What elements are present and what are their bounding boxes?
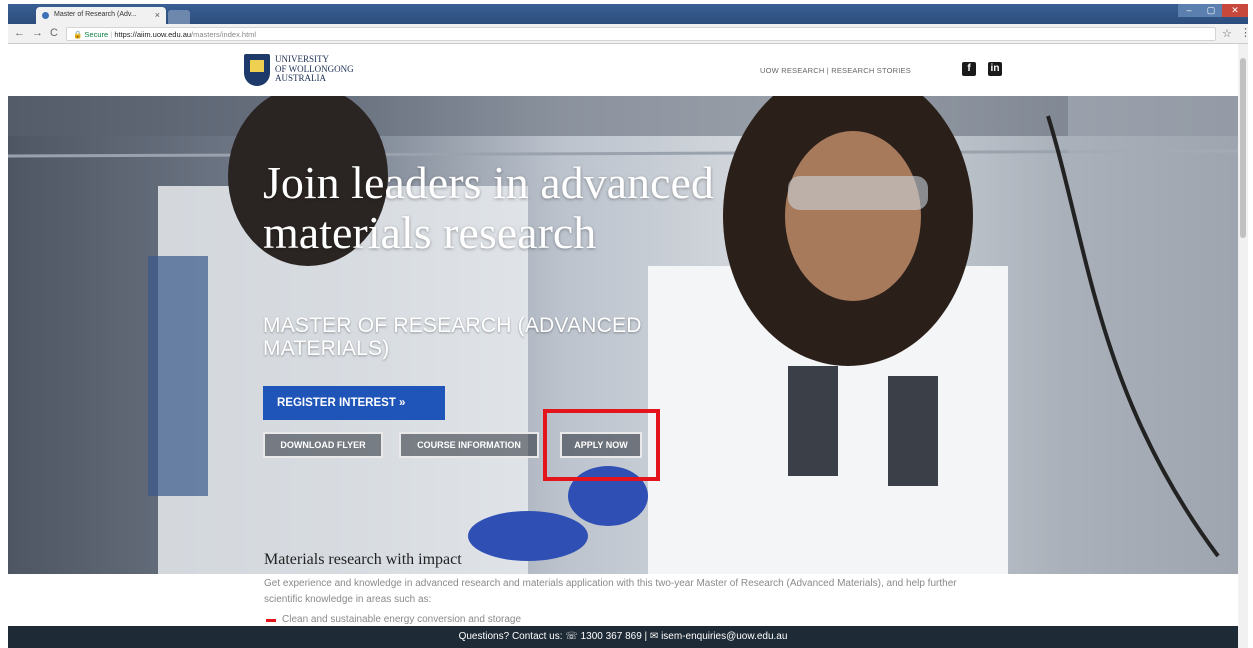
maximize-button[interactable]: ▢ xyxy=(1200,4,1222,17)
hero-subtitle: MASTER OF RESEARCH (ADVANCED MATERIALS) xyxy=(263,314,642,360)
register-interest-button[interactable]: REGISTER INTEREST » xyxy=(263,386,445,420)
linkedin-icon[interactable]: in xyxy=(988,62,1002,76)
browser-menu-icon[interactable]: ⋮ xyxy=(1240,26,1251,39)
uow-logo[interactable]: UNIVERSITY OF WOLLONGONG AUSTRALIA xyxy=(244,54,384,88)
forward-icon[interactable]: → xyxy=(32,27,43,39)
section-body: Get experience and knowledge in advanced… xyxy=(264,578,957,605)
tab-close-icon[interactable]: × xyxy=(155,10,160,20)
url-input[interactable]: 🔒 Secure | https://aiim.uow.edu.au/maste… xyxy=(66,27,1216,41)
site-header: UNIVERSITY OF WOLLONGONG AUSTRALIA UOW R… xyxy=(8,44,1238,96)
list-item: Clean and sustainable energy conversion … xyxy=(282,614,522,625)
scrollbar-thumb[interactable] xyxy=(1240,58,1246,238)
download-flyer-button[interactable]: DOWNLOAD FLYER xyxy=(263,432,383,458)
contact-footer: Questions? Contact us: ☏ 1300 367 869 | … xyxy=(8,626,1238,648)
minimize-button[interactable]: – xyxy=(1178,4,1200,17)
back-icon[interactable]: ← xyxy=(14,27,25,39)
new-tab-button[interactable] xyxy=(168,10,190,24)
browser-window: Master of Research (Adv... × – ▢ ✕ ← → C… xyxy=(0,0,1253,648)
title-bar: Master of Research (Adv... × – ▢ ✕ xyxy=(8,4,1248,24)
top-nav-links[interactable]: UOW RESEARCH | RESEARCH STORIES xyxy=(760,66,911,75)
section-title: Materials research with impact xyxy=(264,551,462,568)
logo-text: UNIVERSITY OF WOLLONGONG AUSTRALIA xyxy=(275,54,354,83)
browser-tab[interactable]: Master of Research (Adv... × xyxy=(36,7,166,24)
annotation-highlight xyxy=(543,409,660,481)
page-scrollbar[interactable] xyxy=(1238,44,1248,648)
course-information-button[interactable]: COURSE INFORMATION xyxy=(399,432,539,458)
favicon-icon xyxy=(42,12,49,19)
reload-icon[interactable]: C xyxy=(50,27,58,39)
address-bar: ← → C 🔒 Secure | https://aiim.uow.edu.au… xyxy=(8,24,1251,44)
hero-title: Join leaders in advanced materials resea… xyxy=(263,157,714,258)
web-page: UNIVERSITY OF WOLLONGONG AUSTRALIA UOW R… xyxy=(8,44,1238,648)
hero-banner: Join leaders in advanced materials resea… xyxy=(8,96,1238,574)
bullet-marker xyxy=(266,619,276,622)
bookmark-star-icon[interactable]: ☆ xyxy=(1222,27,1232,40)
close-window-button[interactable]: ✕ xyxy=(1222,4,1248,17)
url-path: /masters/index.html xyxy=(191,30,257,39)
tab-title: Master of Research (Adv... xyxy=(54,11,137,18)
crest-icon xyxy=(244,54,270,86)
facebook-icon[interactable]: f xyxy=(962,62,976,76)
url-host: https://aiim.uow.edu.au xyxy=(114,30,192,39)
footer-contact-text[interactable]: Questions? Contact us: ☏ 1300 367 869 | … xyxy=(459,631,788,642)
secure-label: 🔒 Secure xyxy=(73,30,109,39)
